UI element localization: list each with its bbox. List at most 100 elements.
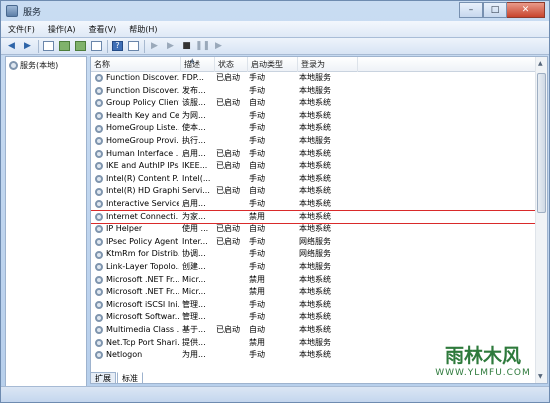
service-startup-type: 手动 xyxy=(249,136,265,145)
service-name-cell: Netlogon xyxy=(95,349,179,362)
table-row[interactable]: Health Key and Ce...为网... 手动 本地系统 xyxy=(91,110,536,123)
service-name: IPsec Policy Agent xyxy=(106,236,179,246)
table-row[interactable]: Interactive Service...启用... 手动 本地系统 xyxy=(91,198,536,211)
service-description: 管理... xyxy=(182,312,206,322)
table-row[interactable]: Microsoft .NET Fr... Micr... 禁用 本地系统 xyxy=(91,274,536,287)
column-description[interactable]: 描述 xyxy=(181,57,215,72)
service-startup-type: 手动 xyxy=(249,299,265,309)
restart-service-icon[interactable]: ▶ xyxy=(212,40,225,53)
column-name[interactable]: 名称 xyxy=(91,57,181,72)
service-log-on-as: 本地系统 xyxy=(299,299,331,309)
service-name-cell: Function Discover... xyxy=(95,72,179,85)
back-arrow-icon[interactable]: ◀ xyxy=(5,40,18,53)
service-startup-type: 自动 xyxy=(249,325,265,334)
table-row[interactable]: Human Interface ... 启用... 已启动 手动 本地系统 xyxy=(91,148,536,161)
refresh-icon[interactable] xyxy=(74,40,87,53)
table-row[interactable]: IKE and AuthIP IPs... IKEE... 已启动 自动 本地系统 xyxy=(91,160,536,173)
close-button[interactable]: ✕ xyxy=(507,2,545,18)
gear-icon xyxy=(95,187,103,196)
service-log-on-as: 本地系统 xyxy=(299,110,331,120)
start-service-alt-icon[interactable]: ▶ xyxy=(164,40,177,53)
service-description: 创建... xyxy=(182,262,206,271)
service-name-cell: Health Key and Ce... xyxy=(95,110,179,123)
toolbar: ◀ ▶ ? ▶ ▶ ■ ❚❚ ▶ xyxy=(1,38,549,55)
forward-arrow-icon[interactable]: ▶ xyxy=(21,40,34,53)
service-description: 管理... xyxy=(182,299,206,309)
service-startup-type: 禁用 xyxy=(249,211,265,221)
column-startup-type[interactable]: 启动类型 xyxy=(248,57,298,72)
service-status: 已启动 xyxy=(216,98,240,108)
pause-service-icon[interactable]: ❚❚ xyxy=(195,40,210,53)
table-row[interactable]: IP Helper 使用 ... 已启动 自动 本地系统 xyxy=(91,223,536,236)
service-name-cell: Function Discover... xyxy=(95,85,179,98)
table-row[interactable]: Intel(R) Content P... Intel(... 手动 本地系统 xyxy=(91,173,536,186)
help-icon[interactable]: ? xyxy=(111,40,124,53)
service-status: 已启动 xyxy=(216,186,240,196)
table-row[interactable]: Microsoft .NET Fr... Micr... 禁用 本地系统 xyxy=(91,286,536,299)
table-row[interactable]: Microsoft iSCSI Ini... 管理... 手动 本地系统 xyxy=(91,299,536,312)
table-row[interactable]: HomeGroup Provi... 执行... 手动 本地服务 xyxy=(91,135,536,148)
service-name-cell: Internet Connecti... xyxy=(95,211,179,224)
service-description: 发布... xyxy=(182,85,206,95)
gear-icon xyxy=(95,149,103,158)
menu-file[interactable]: 文件(F) xyxy=(1,24,41,35)
table-row[interactable]: KtmRm for Distrib... 协调... 手动 网络服务 xyxy=(91,248,536,261)
scroll-up-arrow-icon[interactable]: ▲ xyxy=(538,60,543,67)
table-row[interactable]: IPsec Policy Agent Inter... 已启动 手动 网络服务 xyxy=(91,236,536,249)
console-icon[interactable] xyxy=(127,40,140,53)
stop-service-icon[interactable]: ■ xyxy=(180,40,193,53)
service-name-cell: Intel(R) Content P... xyxy=(95,173,179,186)
menu-view[interactable]: 查看(V) xyxy=(82,24,123,35)
table-row[interactable]: Function Discover... 发布... 手动 本地服务 xyxy=(91,85,536,98)
maximize-button[interactable]: □ xyxy=(483,2,507,18)
table-row[interactable]: Group Policy Client 该服... 已启动 自动 本地系统 xyxy=(91,97,536,110)
show-hide-tree-icon[interactable] xyxy=(42,40,55,53)
column-status[interactable]: 状态 xyxy=(215,57,248,72)
table-row[interactable]: Function Discover... FDP... 已启动 手动 本地服务 xyxy=(91,72,536,85)
scrollbar-thumb[interactable] xyxy=(537,73,546,213)
table-row[interactable]: Internet Connecti... 为家... 禁用 本地系统 xyxy=(91,209,537,225)
service-log-on-as: 本地服务 xyxy=(299,85,331,95)
tab-extended[interactable]: 扩展 xyxy=(90,372,116,384)
table-row[interactable]: HomeGroup Liste... 使本... 手动 本地系统 xyxy=(91,122,536,135)
service-startup-type: 手动 xyxy=(249,85,265,95)
column-log-on-as[interactable]: 登录为 xyxy=(298,57,358,72)
menu-help[interactable]: 帮助(H) xyxy=(122,24,163,35)
service-name-cell: KtmRm for Distrib... xyxy=(95,248,179,261)
gear-icon xyxy=(9,61,18,70)
service-name: KtmRm for Distrib... xyxy=(106,249,179,259)
service-status: 已启动 xyxy=(216,73,240,82)
service-name-cell: Human Interface ... xyxy=(95,148,179,161)
tree-item-services-local[interactable]: 服务(本地) xyxy=(9,60,58,71)
service-startup-type: 自动 xyxy=(249,98,265,108)
menu-action[interactable]: 操作(A) xyxy=(41,24,82,35)
service-startup-type: 手动 xyxy=(249,148,265,158)
service-status: 已启动 xyxy=(216,224,240,234)
service-startup-type: 手动 xyxy=(249,199,265,208)
service-name: Link-Layer Topolo... xyxy=(106,262,179,271)
export-list-icon[interactable] xyxy=(90,40,103,53)
gear-icon xyxy=(95,175,103,184)
service-log-on-as: 本地系统 xyxy=(299,287,331,297)
watermark-url: WWW.YLMFU.COM xyxy=(435,367,531,378)
tab-standard[interactable]: 标准 xyxy=(117,372,143,384)
service-startup-type: 手动 xyxy=(249,123,265,133)
service-startup-type: 禁用 xyxy=(249,287,265,297)
toolbar-separator xyxy=(144,39,145,53)
services-app-icon xyxy=(6,5,18,17)
service-name-cell: HomeGroup Provi... xyxy=(95,135,179,148)
table-row[interactable]: Intel(R) HD Graphi...Servi... 已启动自动 本地系统 xyxy=(91,185,536,198)
service-startup-type: 手动 xyxy=(249,249,265,259)
service-startup-type: 自动 xyxy=(249,186,265,196)
title-bar: 服务 – □ ✕ xyxy=(1,1,549,21)
service-log-on-as: 本地系统 xyxy=(299,312,331,322)
minimize-button[interactable]: – xyxy=(459,2,483,18)
table-row[interactable]: Link-Layer Topolo... 创建... 手动 本地服务 xyxy=(91,261,536,274)
gear-icon xyxy=(95,250,103,259)
start-service-icon[interactable]: ▶ xyxy=(148,40,161,53)
service-startup-type: 手动 xyxy=(249,173,265,183)
service-name: Function Discover... xyxy=(106,85,179,95)
service-log-on-as: 本地系统 xyxy=(299,98,331,108)
service-description: Intel(... xyxy=(182,173,211,183)
properties-icon[interactable] xyxy=(58,40,71,53)
